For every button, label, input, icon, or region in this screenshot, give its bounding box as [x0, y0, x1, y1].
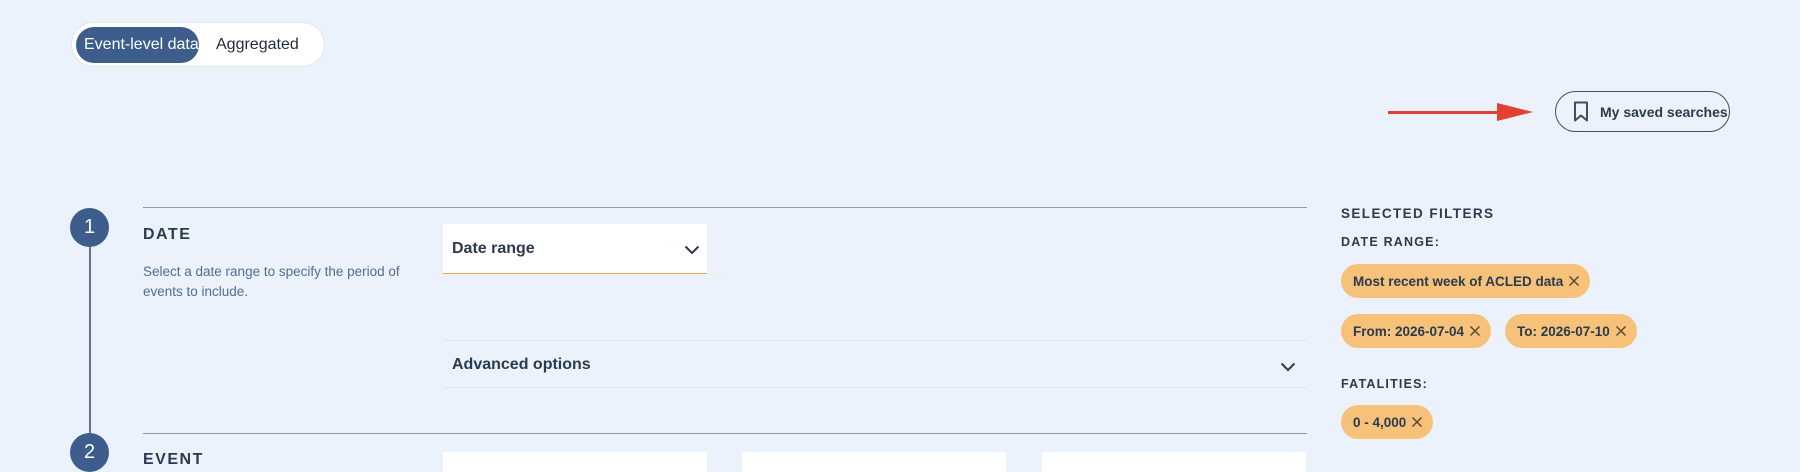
advanced-options-toggle[interactable]: Advanced options	[443, 341, 1307, 387]
date-range-select-value: Date range	[452, 240, 535, 257]
selected-filters-title: SELECTED FILTERS	[1341, 206, 1495, 221]
advanced-options-label: Advanced options	[452, 356, 591, 373]
event-section-title: EVENT	[143, 451, 204, 468]
filter-chip[interactable]: From: 2026-07-04	[1341, 314, 1492, 348]
chevron-down-icon	[1280, 359, 1296, 377]
annotation-arrow-line	[1388, 111, 1500, 114]
close-icon[interactable]	[1469, 325, 1481, 337]
aggregated-toggle[interactable]: Aggregated	[208, 27, 307, 63]
step-2-number: 2	[70, 433, 109, 472]
annotation-arrow-head	[1497, 103, 1533, 121]
date-section-title: DATE	[143, 226, 192, 243]
step-1-number: 1	[70, 208, 109, 247]
view-toggle: Event-level data Aggregated	[71, 22, 325, 67]
advanced-options-divider-bottom	[443, 387, 1307, 388]
date-section-description: Select a date range to specify the perio…	[143, 264, 400, 299]
chevron-down-icon	[684, 242, 700, 260]
bookmark-icon	[1573, 101, 1589, 123]
my-saved-searches-button[interactable]: My saved searches	[1555, 91, 1730, 132]
close-icon[interactable]	[1411, 416, 1423, 428]
section-divider	[143, 207, 1307, 208]
filter-chip[interactable]: Most recent week of ACLED data	[1341, 264, 1591, 298]
fatalities-filter-label: FATALITIES:	[1341, 377, 1429, 391]
date-range-filter-label: DATE RANGE:	[1341, 235, 1441, 249]
event-filter-field[interactable]	[443, 452, 707, 472]
my-saved-searches-label: My saved searches	[1600, 103, 1728, 120]
step-connector-line	[89, 228, 91, 438]
close-icon[interactable]	[1615, 325, 1627, 337]
event-filter-field[interactable]	[1042, 452, 1306, 472]
event-filter-field[interactable]	[742, 452, 1006, 472]
event-level-data-toggle[interactable]: Event-level data	[76, 27, 199, 63]
section-divider	[143, 433, 1307, 434]
filter-chip[interactable]: To: 2026-07-10	[1505, 314, 1637, 348]
date-range-select[interactable]: Date range	[443, 224, 707, 274]
close-icon[interactable]	[1568, 275, 1580, 287]
filter-chip[interactable]: 0 - 4,000	[1341, 405, 1434, 439]
